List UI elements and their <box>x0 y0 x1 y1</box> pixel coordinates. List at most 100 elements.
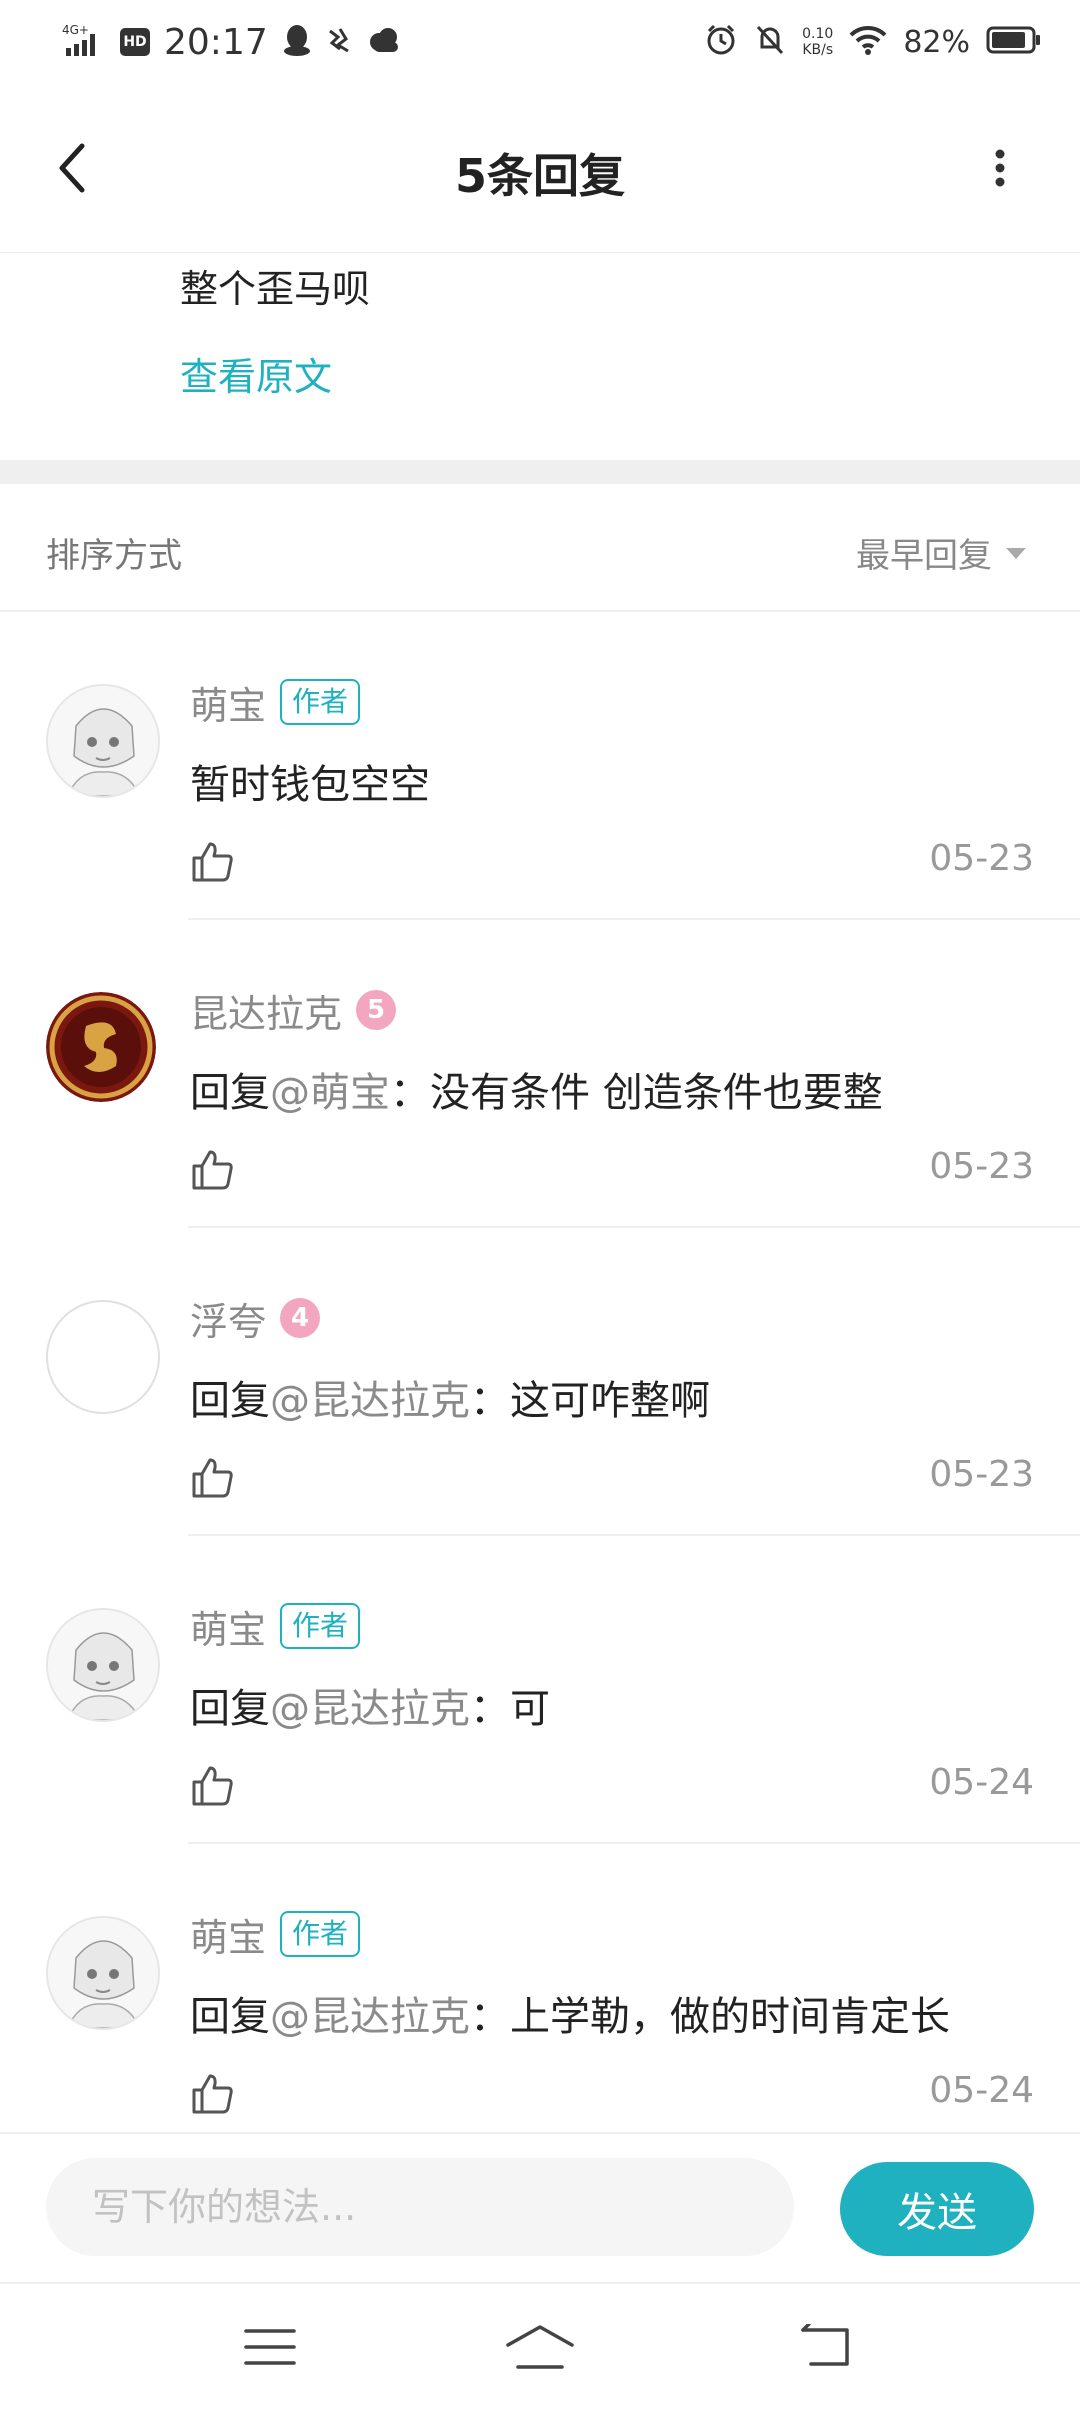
thumbs-up-icon <box>192 2074 233 2114</box>
thumbs-up-icon <box>192 1150 233 1190</box>
thumbs-up-icon <box>192 842 233 882</box>
mention-link[interactable]: @昆达拉克 <box>270 1994 470 2040</box>
avatar[interactable] <box>46 992 156 1102</box>
comment-header: 萌宝 作者 <box>190 1907 361 1962</box>
comment-date: 05-24 <box>929 1762 1034 1803</box>
comment-header: 浮夸 4 <box>190 1291 321 1346</box>
thumbs-up-icon <box>192 1458 233 1498</box>
author-badge: 作者 <box>280 1911 361 1957</box>
reply-input-bar: 发送 <box>0 2132 1080 2284</box>
nav-back-button[interactable] <box>780 2312 870 2382</box>
status-right: 0.10 KB/s 82% <box>704 18 1042 66</box>
wifi-icon <box>849 25 887 59</box>
net-speed-unit: KB/s <box>802 42 834 58</box>
sort-label: 排序方式 <box>46 536 182 576</box>
avatar[interactable] <box>46 684 160 798</box>
status-time: 20:17 <box>164 21 268 63</box>
comment-date: 05-23 <box>929 1454 1034 1495</box>
network-type-label: 4G+ <box>62 23 89 37</box>
level-badge: 5 <box>356 990 397 1030</box>
comment-item: 萌宝 作者 回复@昆达拉克：上学勒，做的时间肯定长 05-24 <box>0 1844 1080 2152</box>
comment-item: 萌宝 作者 暂时钱包空空 05-23 <box>0 612 1080 920</box>
comment-body: ：没有条件 创造条件也要整 <box>390 1070 883 1116</box>
comment-item: 昆达拉克 5 回复@萌宝：没有条件 创造条件也要整 05-23 <box>0 920 1080 1228</box>
anime-avatar-image <box>48 1610 158 1720</box>
comment-date: 05-23 <box>929 1146 1034 1187</box>
author-badge: 作者 <box>280 1603 361 1649</box>
like-button[interactable] <box>188 2070 236 2118</box>
anime-avatar-image <box>48 1918 158 2028</box>
commenter-name[interactable]: 萌宝 <box>190 1907 266 1962</box>
avatar[interactable] <box>46 1608 160 1722</box>
app-notification-icon <box>326 25 352 59</box>
comment-body: ：上学勒，做的时间肯定长 <box>470 1994 950 2040</box>
avatar[interactable] <box>46 1916 160 2030</box>
caret-down-icon <box>1006 547 1026 559</box>
comment-date: 05-23 <box>929 838 1034 879</box>
original-post-text: 整个歪马呗 <box>180 267 371 311</box>
nav-home-button[interactable] <box>495 2312 585 2382</box>
comment-body: ：可 <box>470 1686 550 1732</box>
status-left: 4G+ HD 20:17 <box>62 18 402 66</box>
system-nav-bar <box>0 2282 1080 2410</box>
comment-date: 05-24 <box>929 2070 1034 2111</box>
mention-link[interactable]: @昆达拉克 <box>270 1378 470 1424</box>
sort-dropdown[interactable]: 最早回复 <box>856 528 1028 577</box>
weather-cloud-icon <box>366 26 402 58</box>
section-divider <box>0 460 1080 484</box>
commenter-name[interactable]: 萌宝 <box>190 675 266 730</box>
like-button[interactable] <box>188 1762 236 1810</box>
dragon-emblem-avatar-image <box>46 992 156 1102</box>
commenter-name[interactable]: 昆达拉克 <box>190 983 342 1038</box>
anime-avatar-image <box>48 686 158 796</box>
home-icon <box>506 2325 574 2369</box>
nav-menu-button[interactable] <box>225 2312 315 2382</box>
comment-header: 萌宝 作者 <box>190 1599 361 1654</box>
thumbs-up-icon <box>192 1766 233 1806</box>
reply-prefix: 回复 <box>190 1686 270 1732</box>
mention-link[interactable]: @萌宝 <box>270 1070 390 1116</box>
more-button[interactable] <box>968 136 1032 200</box>
top-app-bar: 5条回复 <box>0 84 1080 253</box>
page-title: 5条回复 <box>454 149 625 203</box>
comment-text[interactable]: 回复@昆达拉克：上学勒，做的时间肯定长 <box>190 1984 950 2042</box>
comment-body: 暂时钱包空空 <box>190 762 430 808</box>
alarm-icon <box>704 23 738 61</box>
comment-text[interactable]: 暂时钱包空空 <box>190 752 430 810</box>
view-original-link[interactable]: 查看原文 <box>180 346 332 401</box>
send-button[interactable]: 发送 <box>840 2162 1034 2256</box>
comment-item: 萌宝 作者 回复@昆达拉克：可 05-24 <box>0 1536 1080 1844</box>
reply-prefix: 回复 <box>190 1378 270 1424</box>
reply-input[interactable] <box>46 2158 794 2256</box>
like-button[interactable] <box>188 1146 236 1194</box>
hd-icon: HD <box>120 28 150 56</box>
level-badge: 4 <box>280 1298 321 1338</box>
comment-text[interactable]: 回复@昆达拉克：这可咋整啊 <box>190 1368 710 1426</box>
more-vertical-icon <box>995 149 1005 187</box>
author-badge: 作者 <box>280 679 361 725</box>
comment-text[interactable]: 回复@昆达拉克：可 <box>190 1676 550 1734</box>
battery-icon <box>986 25 1042 59</box>
reply-prefix: 回复 <box>190 1070 270 1116</box>
return-icon <box>801 2324 849 2366</box>
commenter-name[interactable]: 浮夸 <box>190 1291 266 1346</box>
mute-bell-icon <box>754 23 786 61</box>
avatar[interactable] <box>46 1300 160 1414</box>
battery-percent: 82% <box>903 24 970 60</box>
net-speed-value: 0.10 <box>802 26 834 42</box>
menu-icon <box>244 2329 296 2365</box>
like-button[interactable] <box>188 1454 236 1502</box>
mention-link[interactable]: @昆达拉克 <box>270 1686 470 1732</box>
comment-body: ：这可咋整啊 <box>470 1378 710 1424</box>
comment-text[interactable]: 回复@萌宝：没有条件 创造条件也要整 <box>190 1060 883 1118</box>
status-bar: 4G+ HD 20:17 0.10 KB/s 82% <box>0 0 1080 84</box>
commenter-name[interactable]: 萌宝 <box>190 1599 266 1654</box>
like-button[interactable] <box>188 838 236 886</box>
comment-header: 昆达拉克 5 <box>190 983 397 1038</box>
comment-item: 浮夸 4 回复@昆达拉克：这可咋整啊 05-23 <box>0 1228 1080 1536</box>
qq-icon <box>282 23 312 61</box>
reply-prefix: 回复 <box>190 1994 270 2040</box>
signal-icon: 4G+ <box>62 22 106 62</box>
comment-header: 萌宝 作者 <box>190 675 361 730</box>
net-speed: 0.10 KB/s <box>802 26 833 58</box>
